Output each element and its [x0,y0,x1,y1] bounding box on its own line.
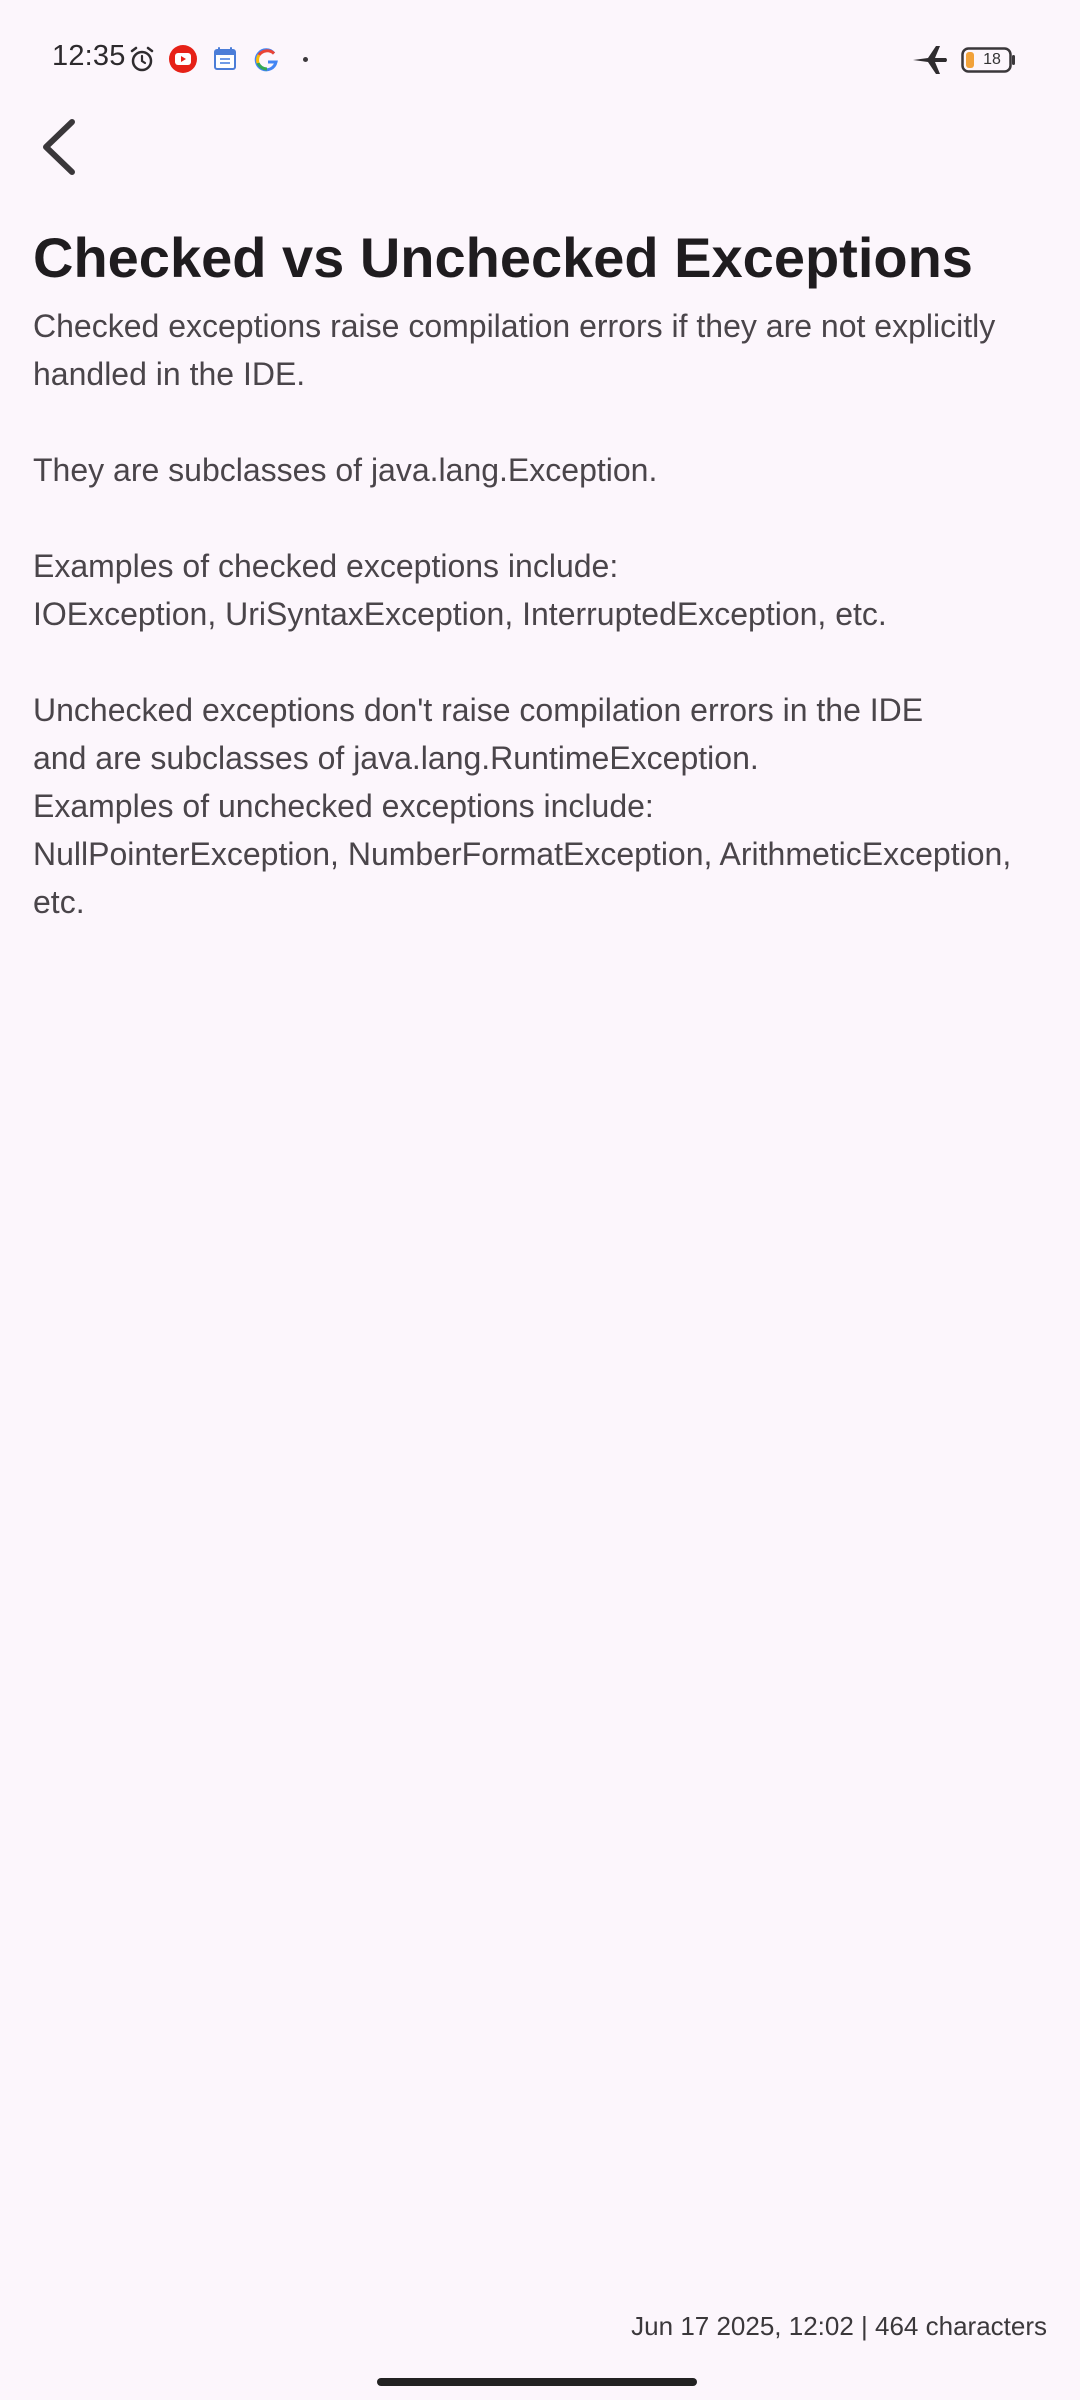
google-calendar-icon [214,47,236,70]
back-arrow-icon [43,119,75,175]
notification-dot-icon [303,57,308,62]
note-meta: Jun 17 2025, 12:02 | 464 characters [631,2311,1047,2341]
airplane-mode-icon [913,46,947,74]
youtube-icon [169,45,197,73]
note-content: Checked vs Unchecked Exceptions Checked … [33,222,1053,926]
status-time: 12:35 [52,40,126,72]
google-icon [254,48,278,72]
status-bar: 12:35 18 [0,0,1080,120]
note-title[interactable]: Checked vs Unchecked Exceptions [33,222,1053,294]
note-body[interactable]: Checked exceptions raise compilation err… [33,302,1053,926]
battery-level-text: 18 [983,51,1001,68]
gesture-navigation-bar[interactable] [377,2378,697,2386]
back-button[interactable] [24,112,94,182]
alarm-icon [130,46,154,72]
